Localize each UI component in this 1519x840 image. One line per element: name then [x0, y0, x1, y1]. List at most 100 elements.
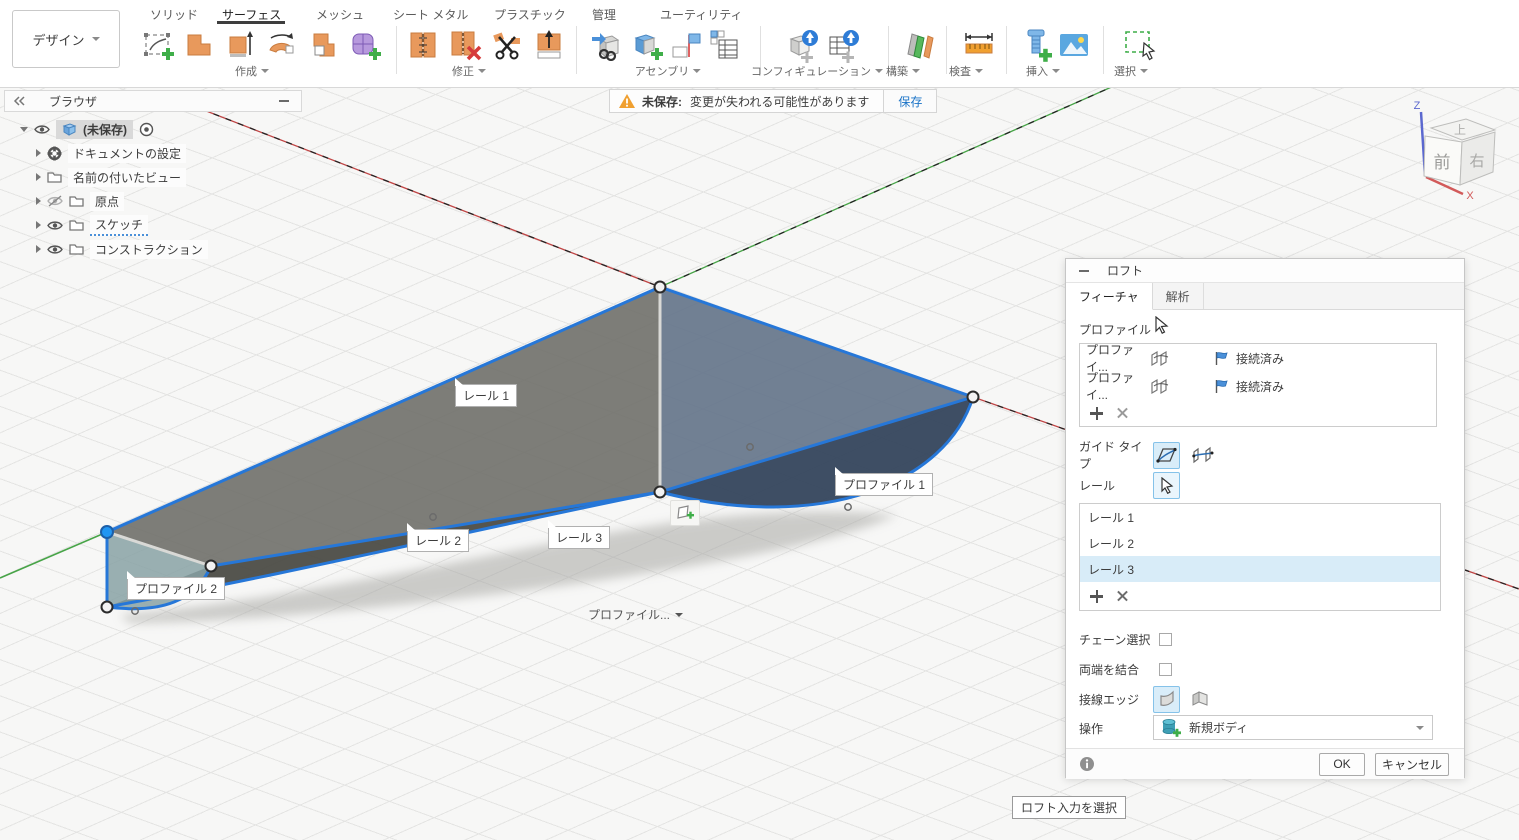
browser-panel-header[interactable]: ブラウザ [4, 90, 302, 112]
bom-button[interactable] [706, 26, 742, 64]
expand-caret-icon[interactable] [20, 126, 28, 132]
group-construct[interactable]: 構築 [886, 63, 920, 79]
create-form-button[interactable] [348, 26, 384, 64]
tab-solid[interactable]: ソリッド [150, 6, 198, 23]
info-icon[interactable] [1079, 756, 1095, 772]
activate-radio-icon[interactable] [139, 122, 154, 137]
rail-list-item-3-selected[interactable]: レール 3 [1080, 556, 1440, 582]
tab-analysis[interactable]: 解析 [1153, 283, 1204, 309]
document-node-selected[interactable]: (未保存) [56, 119, 133, 139]
group-create[interactable]: 作成 [235, 63, 269, 79]
unstitch-button[interactable] [448, 26, 484, 64]
add-rail-button[interactable] [1090, 589, 1103, 603]
collapsed-caret-icon[interactable] [36, 221, 41, 229]
collapse-dialog-icon[interactable] [1079, 269, 1089, 272]
measure-button[interactable] [961, 26, 997, 64]
tab-sheetmetal[interactable]: シート メタル [393, 6, 468, 23]
browser-row-construction[interactable]: コンストラクション [36, 239, 208, 259]
folder-icon [47, 172, 62, 183]
tab-plastic[interactable]: プラスチック [494, 6, 566, 23]
visibility-eye-icon[interactable] [34, 124, 50, 135]
trim-button[interactable] [489, 26, 525, 64]
group-configure[interactable]: コンフィギュレーション [751, 63, 884, 79]
ok-button[interactable]: OK [1319, 752, 1365, 776]
profile1-label[interactable]: プロファイル 1 [835, 467, 934, 496]
insert-canvas-button[interactable] [1056, 26, 1092, 64]
stitch-icon [410, 32, 436, 58]
create-sketch-button[interactable] [140, 26, 176, 64]
revolve-button[interactable] [264, 26, 300, 64]
browser-row-sketches[interactable]: スケッチ [36, 214, 149, 236]
collapse-panel-icon[interactable] [13, 96, 27, 106]
chevron-down-icon [675, 612, 684, 617]
profiles-dropdown[interactable]: プロファイル... [588, 606, 684, 623]
insert-fastener-button[interactable] [1020, 26, 1056, 64]
visibility-off-eye-icon[interactable] [47, 195, 63, 207]
sweep-button[interactable] [306, 26, 342, 64]
join-ends-label: 両端を結合 [1079, 662, 1140, 677]
visibility-eye-icon[interactable] [47, 244, 63, 255]
construct-plane-button[interactable] [901, 26, 937, 64]
cancel-button[interactable]: キャンセル [1375, 752, 1449, 776]
collapsed-caret-icon[interactable] [36, 197, 41, 205]
rail1-label[interactable]: レール 1 [455, 378, 518, 407]
tangent-edge-smooth-button[interactable] [1153, 685, 1180, 713]
chain-selection-checkbox[interactable] [1159, 632, 1172, 646]
profile2-label[interactable]: プロファイル 2 [127, 571, 226, 600]
browser-row-named-views[interactable]: 名前の付いたビュー [36, 167, 187, 187]
rail-list-item-2[interactable]: レール 2 [1080, 530, 1440, 556]
group-select[interactable]: 選択 [1114, 63, 1148, 79]
workspace-switcher[interactable]: デザイン [12, 10, 120, 68]
remove-rail-button[interactable] [1117, 591, 1128, 602]
group-modify[interactable]: 修正 [452, 63, 486, 79]
tangent-edge-sharp-button[interactable] [1187, 686, 1214, 713]
new-component-button[interactable] [629, 26, 665, 64]
connected-flag-icon [1215, 351, 1228, 365]
folder-icon [69, 220, 84, 231]
tab-feature[interactable]: フィーチャ [1066, 283, 1153, 310]
save-link[interactable]: 保存 [883, 90, 937, 112]
collapsed-caret-icon[interactable] [36, 173, 41, 181]
collapsed-caret-icon[interactable] [36, 245, 41, 253]
document-cube-icon [62, 122, 77, 136]
remove-profile-button[interactable] [1117, 408, 1128, 419]
guide-type-rails-button[interactable] [1153, 441, 1180, 469]
loft-dialog-header[interactable]: ロフト [1066, 259, 1464, 283]
browser-row-document[interactable]: (未保存) [20, 119, 154, 139]
group-inspect[interactable]: 検査 [949, 63, 983, 79]
visibility-eye-icon[interactable] [47, 220, 63, 231]
rail-list-item-1[interactable]: レール 1 [1080, 504, 1440, 530]
rail3-label[interactable]: レール 3 [548, 520, 611, 549]
minimize-panel-icon[interactable] [279, 100, 289, 102]
browser-row-doc-settings[interactable]: ドキュメントの設定 [36, 143, 187, 163]
profile-row-2[interactable]: プロファイ... 接続済み [1080, 371, 1436, 402]
add-profile-button[interactable] [1090, 406, 1103, 420]
chain-selection-label: チェーン選択 [1079, 632, 1151, 647]
configure-button[interactable] [786, 26, 822, 64]
add-profile-canvas-button[interactable] [670, 500, 700, 526]
rail2-label[interactable]: レール 2 [407, 523, 470, 552]
collapsed-caret-icon[interactable] [36, 149, 41, 157]
configuration-table-button[interactable] [826, 26, 862, 64]
extend-button[interactable] [531, 26, 567, 64]
tangent-edges-label: 接線エッジ [1079, 692, 1140, 707]
guide-type-centerline-button[interactable] [1189, 442, 1216, 469]
profile-status: 接続済み [1236, 351, 1285, 366]
group-insert[interactable]: 挿入 [1026, 63, 1060, 79]
browser-row-origin[interactable]: 原点 [36, 191, 125, 211]
select-button[interactable] [1122, 26, 1158, 64]
tab-utilities[interactable]: ユーティリティ [660, 6, 743, 23]
extrude-button[interactable] [223, 26, 259, 64]
stitch-button[interactable] [405, 26, 441, 64]
rail-select-button[interactable] [1153, 471, 1180, 499]
join-ends-checkbox[interactable] [1159, 662, 1172, 676]
dialog-footer: OK キャンセル [1066, 748, 1464, 779]
group-assemble[interactable]: アセンブリ [635, 63, 702, 79]
joint-button[interactable] [668, 26, 704, 64]
tab-mesh[interactable]: メッシュ [316, 6, 364, 23]
profile-row-1[interactable]: プロファイ... 接続済み [1080, 343, 1436, 374]
operation-dropdown[interactable]: 新規ボディ [1153, 715, 1433, 740]
patch-button[interactable] [181, 26, 217, 64]
insert-derive-button[interactable] [588, 26, 624, 64]
tab-manage[interactable]: 管理 [592, 6, 616, 23]
